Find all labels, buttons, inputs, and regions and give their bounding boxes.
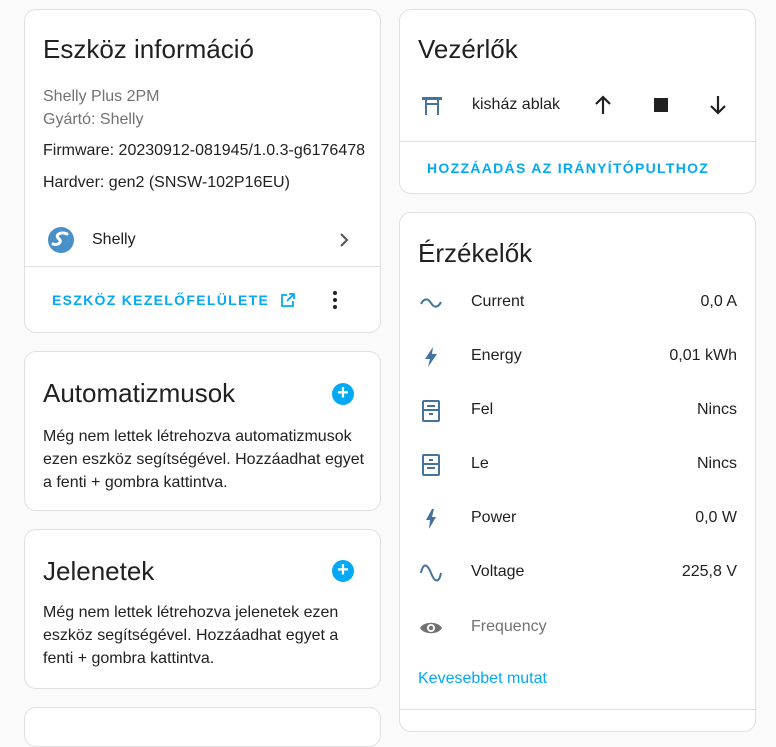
more-options-icon[interactable] [331, 290, 339, 310]
sensor-name: Le [471, 455, 489, 472]
sensor-value: 0,0 A [700, 293, 737, 310]
sensor-row-current[interactable]: Current 0,0 A [400, 283, 755, 323]
sensors-divider [400, 709, 755, 710]
sensor-name-disabled: Frequency [471, 618, 547, 635]
visit-device-button[interactable]: ESZKÖZ KEZELŐFELÜLETE [52, 292, 296, 308]
controls-card: Vezérlők kisház ablak HOZZÁADÁS AZ IRÁNY… [399, 9, 756, 194]
sensor-name: Current [471, 293, 525, 310]
chevron-right-icon [340, 233, 349, 247]
arrow-up-icon[interactable] [592, 94, 614, 116]
sensors-card: Érzékelők Current 0,0 A Energy 0,01 kWh … [399, 212, 756, 732]
add-to-dashboard-button[interactable]: HOZZÁADÁS AZ IRÁNYÍTÓPULTHOZ [427, 160, 709, 176]
integration-row-shelly[interactable]: Shelly [25, 218, 380, 262]
controls-divider [400, 141, 755, 142]
automations-description: Még nem lettek létrehozva automatizmusok… [43, 428, 365, 491]
window-shutter-up-icon [422, 400, 440, 422]
cover-entity-name[interactable]: kisház ablak [472, 96, 560, 114]
open-in-new-icon [281, 293, 296, 307]
current-ac-icon [420, 298, 442, 308]
sensor-name: Energy [471, 347, 522, 364]
sensor-row-frequency[interactable]: Frequency [400, 608, 755, 648]
sensor-row-power[interactable]: Power 0,0 W [400, 499, 755, 539]
integration-label: Shelly [92, 231, 136, 248]
device-hardware: Hardver: gen2 (SNSW-102P16EU) [43, 174, 290, 191]
shelly-logo-icon [48, 227, 74, 253]
automations-title: Automatizmusok [43, 378, 236, 408]
sensors-title: Érzékelők [418, 238, 533, 268]
sensor-name: Voltage [471, 563, 525, 580]
sensor-value: 0,01 kWh [669, 347, 737, 364]
eye-icon [420, 622, 442, 634]
sensor-row-le[interactable]: Le Nincs [400, 445, 755, 485]
sensor-name: Fel [471, 401, 494, 418]
sensor-name: Power [471, 509, 517, 526]
device-model: Shelly Plus 2PM [43, 88, 160, 105]
add-automation-button[interactable]: + [332, 383, 354, 405]
scenes-card: Jelenetek + Még nem lettek létrehozva je… [24, 529, 381, 689]
scenes-description: Még nem lettek létrehozva jelenetek ezen… [43, 604, 339, 667]
sensor-value: Nincs [696, 401, 737, 418]
device-info-card: Eszköz információ Shelly Plus 2PM Gyártó… [24, 9, 381, 333]
scenes-title: Jelenetek [43, 556, 155, 586]
visit-device-label: ESZKÖZ KEZELŐFELÜLETE [52, 292, 270, 308]
sine-wave-icon [420, 564, 442, 582]
arrow-down-icon[interactable] [707, 94, 729, 116]
device-info-divider [25, 266, 380, 267]
lightning-bolt-icon [425, 347, 437, 367]
sensor-value: 225,8 V [681, 563, 737, 580]
window-shutter-down-icon [422, 454, 440, 476]
automations-card: Automatizmusok + Még nem lettek létrehoz… [24, 351, 381, 511]
sensor-row-energy[interactable]: Energy 0,01 kWh [400, 337, 755, 377]
window-shutter-icon[interactable] [420, 94, 444, 118]
device-firmware: Firmware: 20230912-081945/1.0.3-g6176478 [43, 142, 366, 159]
flash-icon [426, 509, 436, 529]
sensor-row-fel[interactable]: Fel Nincs [400, 391, 755, 431]
sensor-row-voltage[interactable]: Voltage 225,8 V [400, 553, 755, 593]
sensor-value: Nincs [696, 455, 737, 472]
device-info-title: Eszköz információ [43, 34, 254, 64]
device-manufacturer: Gyártó: Shelly [43, 111, 144, 128]
next-card-partial [24, 707, 381, 747]
show-less-link[interactable]: Kevesebbet mutat [418, 670, 547, 688]
controls-title: Vezérlők [418, 34, 518, 64]
stop-icon[interactable] [653, 97, 669, 113]
add-scene-button[interactable]: + [332, 560, 354, 582]
sensor-value: 0,0 W [695, 509, 737, 526]
